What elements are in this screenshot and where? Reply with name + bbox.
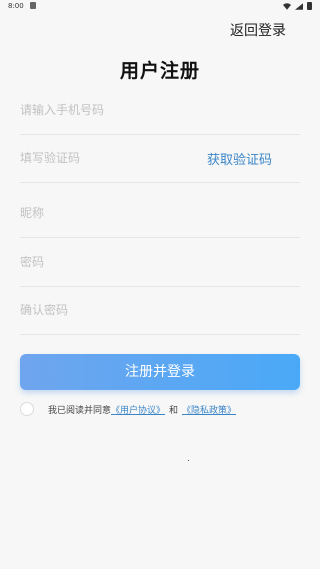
agreement-prefix: 我已阅读并同意: [48, 405, 112, 416]
status-time: 8:00: [8, 2, 24, 10]
phone-field-row: [20, 86, 300, 135]
wifi-icon: [283, 2, 291, 10]
nickname-input[interactable]: [20, 203, 200, 223]
page-title: 用户注册: [119, 60, 200, 82]
agreement-and-text: 和: [169, 405, 179, 416]
status-bar: 8:00: [0, 0, 320, 12]
agreement-checkbox[interactable]: [20, 402, 34, 416]
confirm-password-field-row: [20, 286, 300, 335]
user-agreement-link[interactable]: 《用户协议》: [111, 403, 165, 416]
status-indicators: [283, 2, 312, 10]
register-and-login-button[interactable]: 注册并登录: [20, 354, 300, 390]
notification-icon: [30, 2, 36, 9]
confirm-password-input[interactable]: [20, 300, 200, 320]
password-input[interactable]: [20, 252, 200, 272]
back-to-login-button[interactable]: 返回登录: [230, 20, 286, 40]
decorative-dot: [188, 460, 189, 461]
battery-icon: [307, 2, 312, 10]
verification-code-input[interactable]: [20, 148, 200, 168]
signal-icon: [295, 2, 303, 10]
privacy-policy-link[interactable]: 《隐私政策》: [182, 403, 236, 416]
password-field-row: [20, 238, 300, 287]
agreement-row: 我已阅读并同意 《用户协议》 和 《隐私政策》: [20, 401, 236, 417]
phone-input[interactable]: [20, 100, 200, 120]
code-field-row: 获取验证码: [20, 134, 300, 183]
nickname-field-row: [20, 189, 300, 238]
get-code-button[interactable]: 获取验证码: [207, 149, 272, 168]
